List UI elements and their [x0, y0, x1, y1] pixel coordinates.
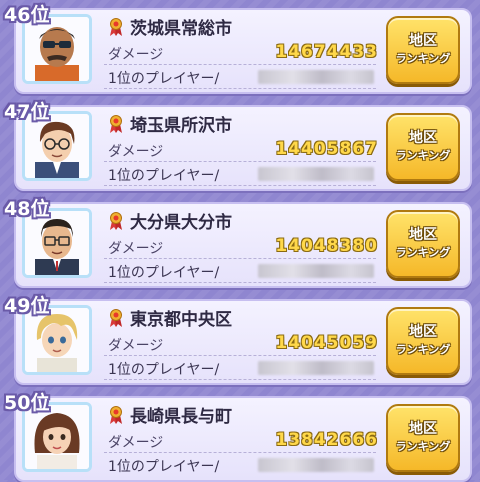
rank-label: 47位 — [4, 101, 50, 123]
button-label-line1: 地区 — [409, 324, 437, 340]
top-player-label: 1位のプレイヤー/ — [108, 362, 220, 378]
medal-ribbon-icon — [110, 309, 122, 327]
blurred-player-name — [258, 167, 374, 181]
button-label-line2: ランキング — [395, 343, 451, 356]
ranking-list: 46位 茨城県常総市 ダメージ 14674433 1位のプレイヤー/ 地区 ラン… — [0, 0, 480, 482]
button-label-line1: 地区 — [409, 227, 437, 243]
region-ranking-button[interactable]: 地区 ランキング — [386, 210, 460, 278]
damage-label: ダメージ — [108, 47, 164, 63]
button-label-line1: 地区 — [409, 33, 437, 49]
rank-label: 48位 — [4, 198, 50, 220]
divider — [104, 452, 376, 453]
rank-label: 49位 — [4, 295, 50, 317]
damage-value: 14045059 — [275, 333, 378, 353]
region-ranking-button[interactable]: 地区 ランキング — [386, 113, 460, 181]
top-player-label: 1位のプレイヤー/ — [108, 168, 220, 184]
divider — [104, 161, 376, 162]
button-label-line2: ランキング — [395, 52, 451, 65]
ranking-row: 50位 長崎県長与町 ダメージ 13842666 1位のプレイヤー/ 地区 ラン… — [0, 388, 480, 482]
button-label-line1: 地区 — [409, 421, 437, 437]
divider — [104, 88, 376, 89]
rank-label: 46位 — [4, 4, 50, 26]
divider — [104, 282, 376, 283]
damage-label: ダメージ — [108, 338, 164, 354]
damage-label: ダメージ — [108, 241, 164, 257]
damage-value: 13842666 — [275, 430, 378, 450]
medal-ribbon-icon — [110, 212, 122, 230]
button-label-line1: 地区 — [409, 130, 437, 146]
blurred-player-name — [258, 361, 374, 375]
damage-label: ダメージ — [108, 144, 164, 160]
blurred-player-name — [258, 264, 374, 278]
divider — [104, 185, 376, 186]
ranking-row: 46位 茨城県常総市 ダメージ 14674433 1位のプレイヤー/ 地区 ラン… — [0, 0, 480, 94]
ranking-row: 48位 大分県大分市 ダメージ 14048380 1位のプレイヤー/ 地区 ラン… — [0, 194, 480, 288]
region-ranking-button[interactable]: 地区 ランキング — [386, 307, 460, 375]
region-name: 大分県大分市 — [130, 213, 232, 233]
region-ranking-button[interactable]: 地区 ランキング — [386, 404, 460, 472]
region-name: 茨城県常総市 — [130, 19, 232, 39]
region-name: 長崎県長与町 — [130, 407, 232, 427]
region-ranking-button[interactable]: 地区 ランキング — [386, 16, 460, 84]
rank-label: 50位 — [4, 392, 50, 414]
divider — [104, 64, 376, 65]
top-player-label: 1位のプレイヤー/ — [108, 459, 220, 475]
ranking-row: 49位 東京都中央区 ダメージ 14045059 1位のプレイヤー/ 地区 ラン… — [0, 291, 480, 385]
button-label-line2: ランキング — [395, 149, 451, 162]
divider — [104, 355, 376, 356]
damage-value: 14405867 — [275, 139, 378, 159]
medal-ribbon-icon — [110, 18, 122, 36]
top-player-label: 1位のプレイヤー/ — [108, 265, 220, 281]
divider — [104, 258, 376, 259]
region-name: 東京都中央区 — [130, 310, 232, 330]
button-label-line2: ランキング — [395, 440, 451, 453]
divider — [104, 379, 376, 380]
damage-value: 14048380 — [275, 236, 378, 256]
blurred-player-name — [258, 70, 374, 84]
medal-ribbon-icon — [110, 115, 122, 133]
button-label-line2: ランキング — [395, 246, 451, 259]
blurred-player-name — [258, 458, 374, 472]
ranking-row: 47位 埼玉県所沢市 ダメージ 14405867 1位のプレイヤー/ 地区 ラン… — [0, 97, 480, 191]
damage-value: 14674433 — [275, 42, 378, 62]
damage-label: ダメージ — [108, 435, 164, 451]
top-player-label: 1位のプレイヤー/ — [108, 71, 220, 87]
medal-ribbon-icon — [110, 406, 122, 424]
region-name: 埼玉県所沢市 — [130, 116, 232, 136]
